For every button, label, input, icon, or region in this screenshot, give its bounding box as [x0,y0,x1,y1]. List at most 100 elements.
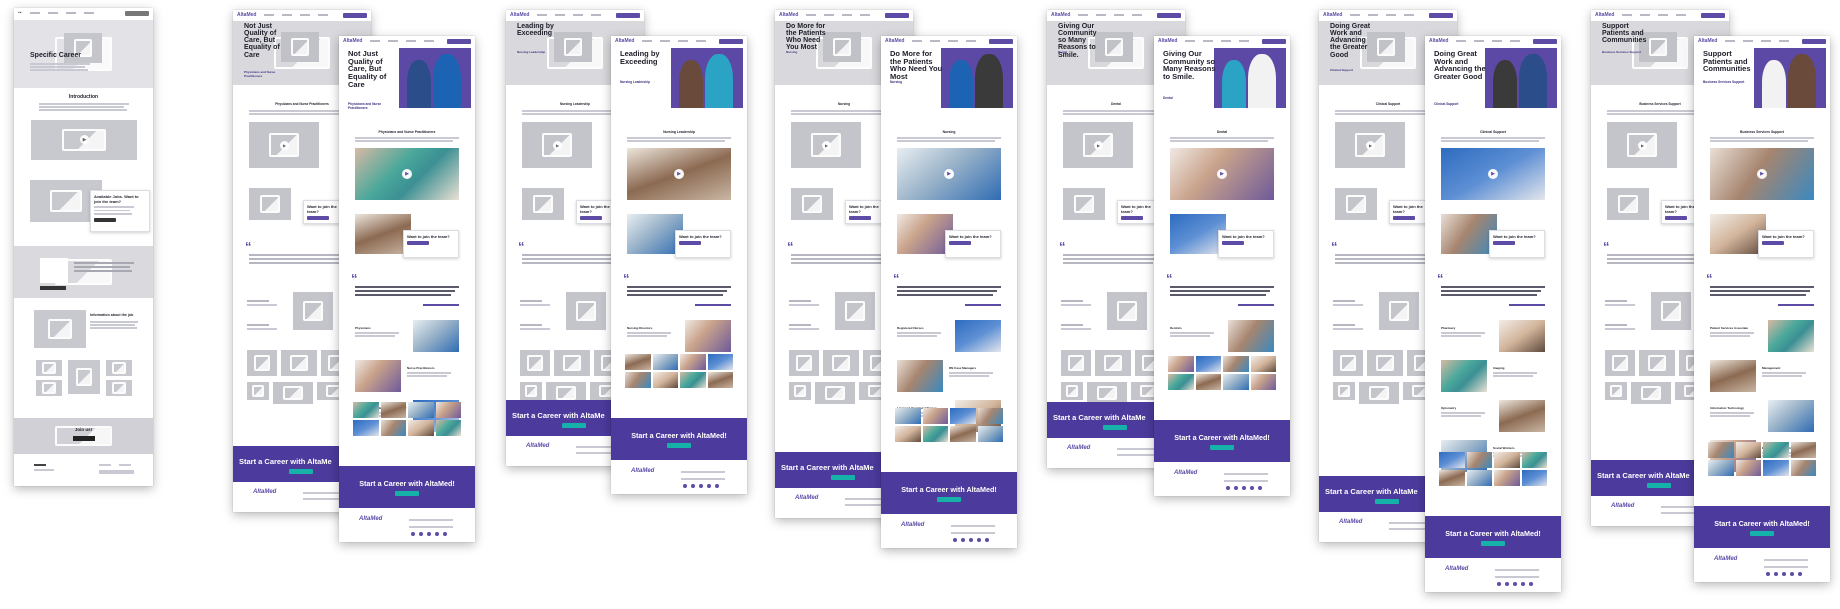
nav-link[interactable] [1510,40,1521,42]
social-icon[interactable] [715,484,719,488]
nav-link[interactable] [388,40,399,42]
nav-link[interactable] [1658,14,1669,16]
social-icon[interactable] [435,532,439,536]
footer-logo[interactable]: AltaMed [1611,503,1634,509]
footer-logo[interactable]: AltaMed [795,495,818,501]
cta-button[interactable] [1647,483,1671,488]
social-icon[interactable] [961,538,965,542]
nav-link[interactable] [1132,14,1143,16]
wireframe-nav-button[interactable] [125,10,149,16]
wireframe-logo[interactable]: ▪▪ [18,10,22,16]
nav-link[interactable] [660,40,671,42]
social-icon[interactable] [1774,572,1778,576]
footer-logo[interactable]: AltaMed [253,489,276,495]
nav-apply-button[interactable] [1429,12,1453,18]
nav-link[interactable] [264,14,275,16]
footer-logo[interactable]: AltaMed [1174,470,1197,476]
social-icon[interactable] [1521,582,1525,586]
nav-link[interactable] [824,14,835,16]
play-icon[interactable]: ▶ [674,169,684,179]
social-icon[interactable] [1529,582,1533,586]
cta-button[interactable] [1750,531,1774,536]
card-button[interactable] [307,216,329,220]
social-icon[interactable] [411,532,415,536]
card-button[interactable] [1762,241,1784,245]
social-icon[interactable] [699,484,703,488]
play-icon[interactable]: ▶ [553,141,562,150]
nav-link[interactable] [1078,14,1089,16]
nav-link[interactable] [1492,40,1503,42]
social-icon[interactable] [419,532,423,536]
play-icon[interactable]: ▶ [80,135,89,144]
nav-link[interactable] [642,40,653,42]
nav-link[interactable] [370,40,381,42]
social-icon[interactable] [1250,486,1254,490]
nav-apply-button[interactable] [1262,38,1286,44]
nav-link[interactable] [424,40,435,42]
nav-apply-button[interactable] [989,38,1013,44]
footer-logo[interactable]: AltaMed [901,522,924,528]
nav-link[interactable] [1221,40,1232,42]
social-icon[interactable] [1798,572,1802,576]
social-icon[interactable] [1790,572,1794,576]
logo[interactable]: AltaMed [237,12,256,18]
nav-link[interactable] [406,40,417,42]
play-icon[interactable]: ▶ [402,169,412,179]
logo[interactable]: AltaMed [1323,12,1342,18]
logo[interactable]: AltaMed [615,38,634,44]
logo[interactable]: AltaMed [1595,12,1614,18]
social-icon[interactable] [1766,572,1770,576]
play-icon[interactable]: ▶ [1094,141,1103,150]
play-icon[interactable]: ▶ [1638,141,1647,150]
footer-logo[interactable]: AltaMed [1445,566,1468,572]
nav-link[interactable] [1203,40,1214,42]
card-button[interactable] [1665,216,1687,220]
footer-logo[interactable]: AltaMed [526,443,549,449]
nav-link[interactable] [555,14,566,16]
cta-button[interactable] [562,423,586,428]
card-button[interactable] [1393,216,1415,220]
play-icon[interactable]: ▶ [1217,169,1227,179]
nav-link[interactable] [948,40,959,42]
nav-apply-button[interactable] [343,12,367,18]
nav-link[interactable] [912,40,923,42]
social-icon[interactable] [691,484,695,488]
play-icon[interactable]: ▶ [1366,141,1375,150]
nav-link[interactable] [537,14,548,16]
cta-button[interactable] [667,443,691,448]
social-icon[interactable] [1513,582,1517,586]
nav-apply-button[interactable] [616,12,640,18]
logo[interactable]: AltaMed [885,38,904,44]
nav-apply-button[interactable] [1157,12,1181,18]
nav-apply-button[interactable] [1802,38,1826,44]
nav-link[interactable] [573,14,584,16]
footer-logo[interactable]: AltaMed [1067,445,1090,451]
social-icon[interactable] [953,538,957,542]
social-icon[interactable] [1782,572,1786,576]
footer-logo[interactable]: AltaMed [631,468,654,474]
social-icon[interactable] [427,532,431,536]
nav-link[interactable] [966,40,977,42]
card-button[interactable] [679,241,701,245]
nav-link[interactable] [860,14,871,16]
card-button[interactable] [580,216,602,220]
cta-button[interactable] [831,475,855,480]
nav-apply-button[interactable] [719,38,743,44]
nav-link[interactable] [1096,14,1107,16]
nav-link[interactable] [1474,40,1485,42]
nav-link[interactable] [1779,40,1790,42]
logo[interactable]: AltaMed [1429,38,1448,44]
logo[interactable]: AltaMed [1698,38,1717,44]
nav-link[interactable] [696,40,707,42]
cta-button[interactable] [1375,499,1399,504]
wireframe-join-button[interactable] [73,436,95,441]
cta-button[interactable] [1481,541,1505,546]
card-button[interactable] [1121,216,1143,220]
logo[interactable]: AltaMed [1051,12,1070,18]
social-icon[interactable] [969,538,973,542]
nav-apply-button[interactable] [1533,38,1557,44]
nav-link[interactable] [1404,14,1415,16]
social-icon[interactable] [1242,486,1246,490]
nav-link[interactable] [1350,14,1361,16]
nav-link[interactable] [1368,14,1379,16]
